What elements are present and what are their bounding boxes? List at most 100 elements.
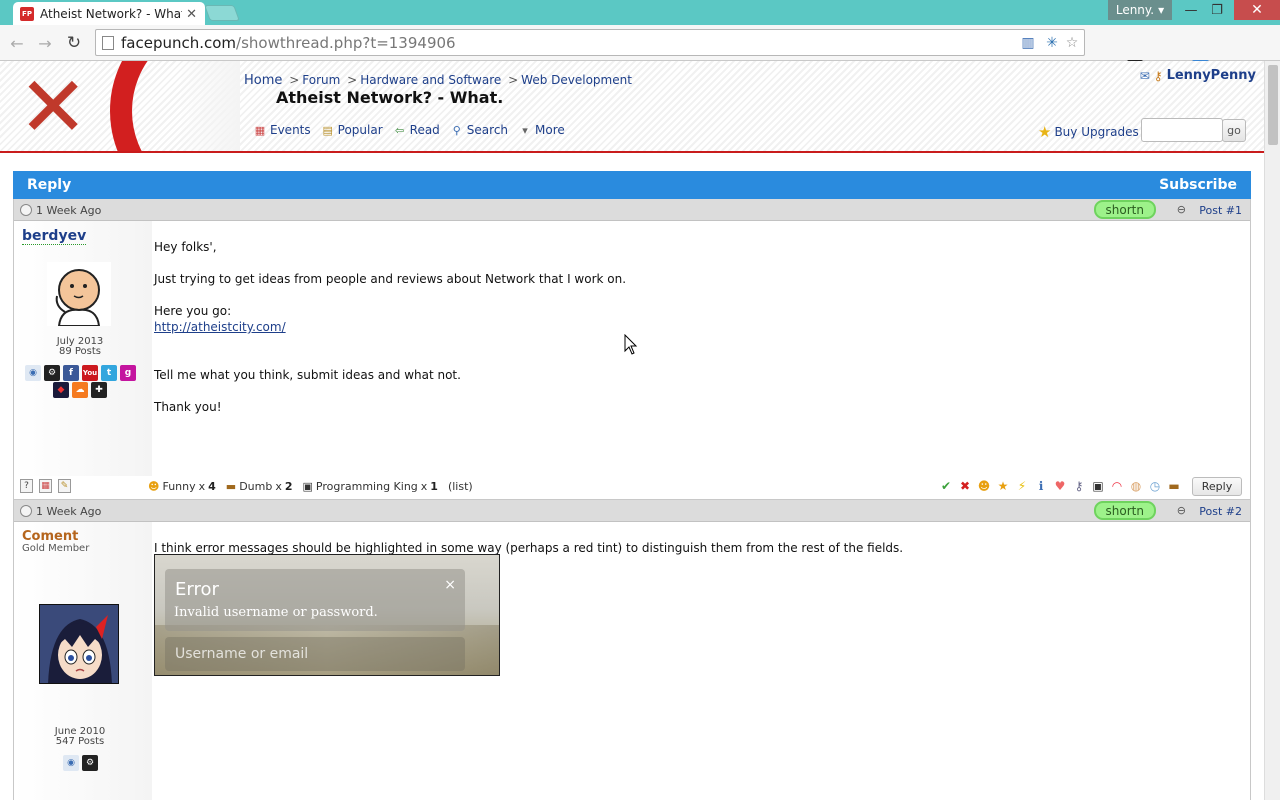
- edit-icon[interactable]: ✎: [58, 479, 71, 493]
- facepunch-logo[interactable]: ✕: [0, 61, 240, 151]
- funny-icon[interactable]: ☻: [976, 478, 992, 494]
- twitter-icon[interactable]: t: [101, 365, 117, 381]
- nav-popular[interactable]: ▤ Popular: [321, 123, 382, 137]
- tab-close-icon[interactable]: ✕: [186, 7, 197, 22]
- avatar[interactable]: [39, 604, 119, 684]
- post-tools: ? ▦ ✎: [20, 479, 71, 493]
- chevron-down-icon: ▾: [522, 123, 528, 137]
- reload-icon[interactable]: ↻: [64, 33, 84, 53]
- post-number-link[interactable]: Post #2: [1199, 505, 1242, 518]
- post-text: Hey folks',: [154, 240, 217, 254]
- forward-arrow-icon[interactable]: →: [35, 33, 55, 53]
- buy-upgrades-link[interactable]: ★ Buy Upgrades: [1038, 123, 1139, 141]
- poster-name[interactable]: berdyev: [22, 228, 87, 245]
- avatar[interactable]: [47, 262, 111, 326]
- nav-events[interactable]: ▦ Events: [253, 123, 311, 137]
- shortn-button[interactable]: shortn: [1093, 200, 1156, 219]
- dumb-box-icon[interactable]: ▬: [1166, 478, 1182, 494]
- read-arrow-icon: ⇦: [395, 123, 405, 137]
- back-arrow-icon[interactable]: ←: [7, 33, 27, 53]
- window-close-button[interactable]: ✕: [1234, 0, 1280, 20]
- poster-name[interactable]: Coment: [22, 529, 78, 544]
- page-scrollbar[interactable]: [1264, 61, 1280, 800]
- shortn-button[interactable]: shortn: [1093, 501, 1156, 520]
- subscribe-button[interactable]: Subscribe: [1159, 177, 1237, 193]
- post-body: Hey folks', Just trying to get ideas fro…: [154, 239, 626, 431]
- useful-icon[interactable]: ⚷: [1071, 478, 1087, 494]
- programming-king-icon[interactable]: ▣: [1090, 478, 1106, 494]
- rating-dumb[interactable]: ▬ Dumb x 2: [226, 480, 293, 493]
- page-icon: [102, 35, 114, 50]
- link-icon[interactable]: ⊖: [1177, 203, 1186, 216]
- winner-icon[interactable]: ★: [995, 478, 1011, 494]
- steam-icon[interactable]: ⚙: [82, 755, 98, 771]
- breadcrumb-home[interactable]: Home: [244, 73, 282, 88]
- nav-more[interactable]: ▾ More: [518, 123, 565, 137]
- ratings-list-link[interactable]: (list): [448, 480, 473, 493]
- funny-icon: ☻: [148, 480, 160, 493]
- translate-icon[interactable]: ✳: [1044, 35, 1060, 51]
- rating-buttons: ✔ ✖ ☻ ★ ⚡ ℹ ♥ ⚷ ▣ ◠ ◍ ◷ ▬: [938, 478, 1182, 494]
- scrollbar-thumb[interactable]: [1268, 65, 1278, 145]
- post-text: Here you go:: [154, 304, 232, 318]
- calendar-icon[interactable]: ▦: [39, 479, 52, 493]
- link-icon[interactable]: ⊖: [1177, 504, 1186, 517]
- post-reply-button[interactable]: Reply: [1192, 477, 1242, 496]
- programming-king-icon: ▣: [302, 480, 313, 493]
- steam-icon[interactable]: ⚙: [44, 365, 60, 381]
- nav-search[interactable]: ⚲ Search: [450, 123, 508, 137]
- username-link[interactable]: LennyPenny: [1167, 68, 1256, 83]
- thread-action-bar: Reply Subscribe: [13, 171, 1251, 199]
- artistic-icon[interactable]: ◠: [1109, 478, 1125, 494]
- disagree-icon[interactable]: ✖: [957, 478, 973, 494]
- playstation-icon[interactable]: ◆: [53, 382, 69, 398]
- post-date: 1 Week Ago: [36, 505, 102, 518]
- bookmark-manager-icon[interactable]: ▥: [1020, 35, 1036, 51]
- informative-icon[interactable]: ℹ: [1033, 478, 1049, 494]
- breadcrumb-forum[interactable]: Forum: [302, 73, 340, 87]
- website-icon[interactable]: ◉: [63, 755, 79, 771]
- user-area: ✉ ⚷ LennyPenny: [1140, 68, 1256, 83]
- search-go-button[interactable]: go: [1222, 119, 1246, 142]
- post-link[interactable]: http://atheistcity.com/: [154, 320, 286, 334]
- mail-icon[interactable]: ✉: [1140, 69, 1150, 83]
- post-count: 547 Posts: [55, 736, 105, 747]
- optimistic-icon[interactable]: ◷: [1147, 478, 1163, 494]
- breadcrumb-section[interactable]: Hardware and Software: [360, 73, 501, 87]
- social-links: ◉ ⚙: [63, 755, 98, 771]
- new-tab-button[interactable]: [204, 5, 240, 21]
- rating-funny[interactable]: ☻ Funny x 4: [148, 480, 216, 493]
- address-bar[interactable]: facepunch.com/showthread.php?t=1394906 ▥…: [95, 29, 1085, 56]
- nav-read[interactable]: ⇦ Read: [393, 123, 440, 137]
- post-date: 1 Week Ago: [36, 204, 102, 217]
- search-input[interactable]: [1141, 118, 1223, 142]
- close-icon: ×: [444, 577, 456, 593]
- star-icon[interactable]: ☆: [1064, 35, 1080, 51]
- window-minimize-button[interactable]: —: [1178, 0, 1204, 20]
- more-links-icon[interactable]: ✚: [91, 382, 107, 398]
- browser-tab-active[interactable]: FP Atheist Network? - What. ✕: [13, 2, 205, 26]
- google-icon[interactable]: g: [120, 365, 136, 381]
- dumb-box-icon: ▬: [225, 480, 237, 493]
- window-restore-button[interactable]: ❐: [1204, 0, 1230, 20]
- facebook-icon[interactable]: f: [63, 365, 79, 381]
- friendly-icon[interactable]: ♥: [1052, 478, 1068, 494]
- rating-programming-king[interactable]: ▣ Programming King x 1: [303, 480, 438, 493]
- agree-icon[interactable]: ✔: [938, 478, 954, 494]
- post-number-link[interactable]: Post #1: [1199, 204, 1242, 217]
- late-icon[interactable]: ◍: [1128, 478, 1144, 494]
- magnifier-icon: ⚲: [452, 123, 461, 137]
- social-links-row-2: ◆ ☁ ✚: [53, 382, 107, 398]
- post-embedded-image[interactable]: Error Invalid username or password. × Us…: [154, 554, 500, 676]
- youtube-icon[interactable]: You: [82, 365, 98, 381]
- help-icon[interactable]: ?: [20, 479, 33, 493]
- zing-icon[interactable]: ⚡: [1014, 478, 1030, 494]
- website-icon[interactable]: ◉: [25, 365, 41, 381]
- key-icon[interactable]: ⚷: [1154, 69, 1163, 83]
- popular-icon: ▤: [322, 123, 333, 137]
- reply-button[interactable]: Reply: [27, 177, 71, 193]
- profile-label: Lenny.: [1115, 3, 1155, 17]
- breadcrumb-subsection[interactable]: Web Development: [521, 73, 632, 87]
- soundcloud-icon[interactable]: ☁: [72, 382, 88, 398]
- profile-button[interactable]: Lenny. ▾: [1108, 0, 1172, 20]
